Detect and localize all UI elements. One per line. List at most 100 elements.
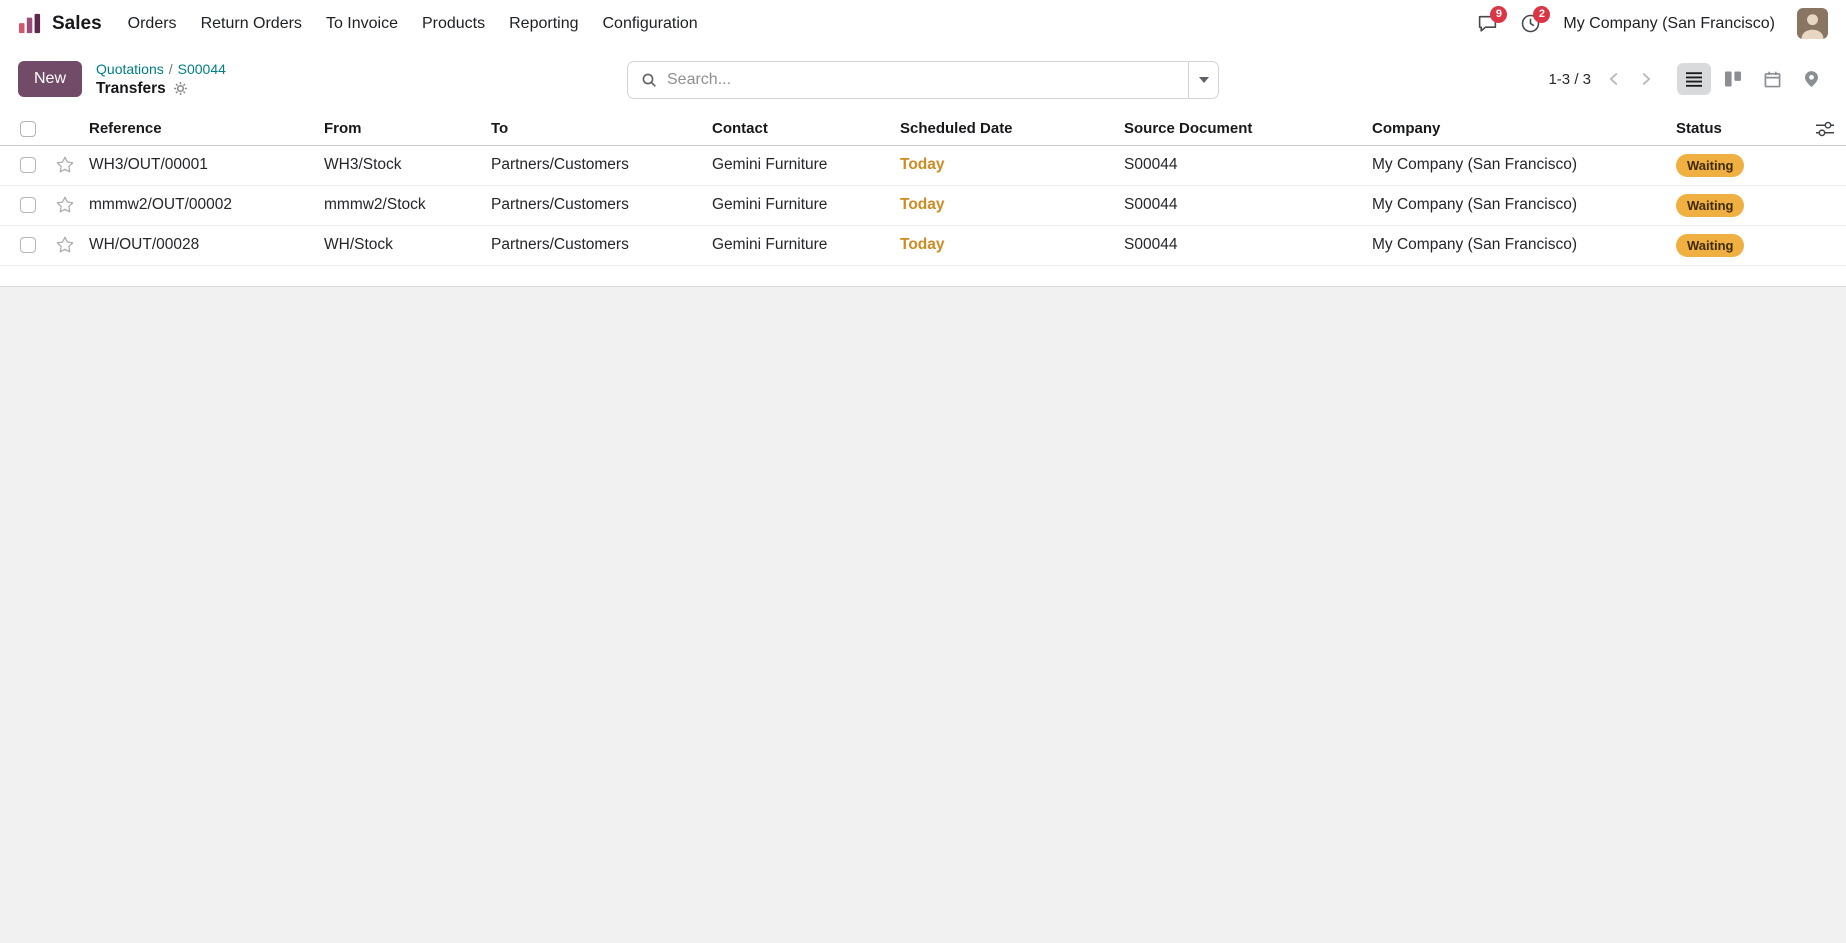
- chevron-right-icon: [1637, 70, 1655, 88]
- cell-from: WH3/Stock: [324, 145, 491, 185]
- map-view-button[interactable]: [1794, 63, 1828, 95]
- cell-scheduled-date: Today: [900, 145, 1124, 185]
- activities-button[interactable]: 2: [1520, 13, 1541, 34]
- column-header-company[interactable]: Company: [1372, 113, 1676, 145]
- odoo-logo-icon[interactable]: [18, 13, 42, 35]
- cell-status: Waiting: [1676, 145, 1846, 185]
- transfers-table: Reference From To Contact Scheduled Date…: [0, 113, 1846, 266]
- header-star-spacer: [56, 113, 89, 145]
- messages-button[interactable]: 9: [1477, 13, 1498, 34]
- app-menu-bar: Orders Return Orders To Invoice Products…: [128, 15, 698, 33]
- cell-source-document: S00044: [1124, 225, 1372, 265]
- status-badge: Waiting: [1676, 194, 1744, 217]
- search-options-toggle[interactable]: [1188, 62, 1218, 98]
- breadcrumb-quotations-link[interactable]: Quotations: [96, 61, 164, 77]
- cell-to: Partners/Customers: [491, 145, 712, 185]
- search-input[interactable]: [667, 62, 1188, 98]
- select-all-checkbox[interactable]: [20, 121, 36, 137]
- chevron-left-icon: [1605, 70, 1623, 88]
- pager-previous-button[interactable]: [1605, 70, 1623, 88]
- top-navbar: Sales Orders Return Orders To Invoice Pr…: [0, 0, 1846, 47]
- cell-scheduled-date: Today: [900, 225, 1124, 265]
- cell-company: My Company (San Francisco): [1372, 145, 1676, 185]
- breadcrumb-s00044-link[interactable]: S00044: [178, 61, 226, 77]
- cell-contact: Gemini Furniture: [712, 145, 900, 185]
- cell-source-document: S00044: [1124, 145, 1372, 185]
- column-header-status[interactable]: Status: [1676, 113, 1846, 145]
- transfers-list-view: Reference From To Contact Scheduled Date…: [0, 113, 1846, 287]
- map-view-icon: [1805, 71, 1818, 87]
- menu-return-orders[interactable]: Return Orders: [201, 15, 302, 33]
- menu-configuration[interactable]: Configuration: [603, 15, 698, 33]
- column-header-source-document[interactable]: Source Document: [1124, 113, 1372, 145]
- cell-contact: Gemini Furniture: [712, 185, 900, 225]
- table-footer-space: [0, 266, 1846, 287]
- cell-reference[interactable]: WH3/OUT/00001: [89, 145, 324, 185]
- column-header-to[interactable]: To: [491, 113, 712, 145]
- company-switcher[interactable]: My Company (San Francisco): [1563, 15, 1775, 33]
- favorite-star-icon[interactable]: [56, 196, 74, 213]
- cell-reference[interactable]: WH/OUT/00028: [89, 225, 324, 265]
- list-view-button[interactable]: [1677, 63, 1711, 95]
- table-header-row: Reference From To Contact Scheduled Date…: [0, 113, 1846, 145]
- column-header-contact[interactable]: Contact: [712, 113, 900, 145]
- calendar-view-icon: [1764, 71, 1781, 88]
- pager-and-views: 1-3 / 3: [1548, 63, 1828, 95]
- search-icon: [641, 72, 657, 88]
- cell-status: Waiting: [1676, 185, 1846, 225]
- column-header-from[interactable]: From: [324, 113, 491, 145]
- breadcrumb-block: Quotations / S00044 Transfers: [96, 61, 226, 98]
- cell-from: mmmw2/Stock: [324, 185, 491, 225]
- breadcrumb-separator: /: [169, 61, 173, 77]
- status-badge: Waiting: [1676, 154, 1744, 177]
- pager-counter: 1-3 / 3: [1548, 71, 1591, 88]
- breadcrumb-area: New Quotations / S00044 Transfers: [18, 61, 226, 98]
- menu-products[interactable]: Products: [422, 15, 485, 33]
- control-panel: New Quotations / S00044 Transfers: [0, 47, 1846, 113]
- menu-reporting[interactable]: Reporting: [509, 15, 578, 33]
- table-row[interactable]: WH/OUT/00028 WH/Stock Partners/Customers…: [0, 225, 1846, 265]
- column-header-reference[interactable]: Reference: [89, 113, 324, 145]
- breadcrumb: Quotations / S00044: [96, 61, 226, 77]
- caret-down-icon: [1199, 77, 1209, 83]
- cell-reference[interactable]: mmmw2/OUT/00002: [89, 185, 324, 225]
- search-bar: [627, 61, 1219, 99]
- optional-columns-icon[interactable]: [1816, 121, 1834, 137]
- status-badge: Waiting: [1676, 234, 1744, 257]
- cell-company: My Company (San Francisco): [1372, 225, 1676, 265]
- cell-to: Partners/Customers: [491, 225, 712, 265]
- cell-company: My Company (San Francisco): [1372, 185, 1676, 225]
- column-header-scheduled-date[interactable]: Scheduled Date: [900, 113, 1124, 145]
- favorite-star-icon[interactable]: [56, 236, 74, 253]
- transfer-table-body: WH3/OUT/00001 WH3/Stock Partners/Custome…: [0, 145, 1846, 265]
- list-view-icon: [1685, 72, 1703, 87]
- gear-icon[interactable]: [173, 81, 188, 96]
- cell-contact: Gemini Furniture: [712, 225, 900, 265]
- navbar-left: Sales Orders Return Orders To Invoice Pr…: [18, 13, 698, 35]
- menu-orders[interactable]: Orders: [128, 15, 177, 33]
- app-name[interactable]: Sales: [52, 13, 102, 35]
- cell-status: Waiting: [1676, 225, 1846, 265]
- favorite-star-icon[interactable]: [56, 156, 74, 173]
- row-checkbox[interactable]: [20, 237, 36, 253]
- new-button[interactable]: New: [18, 61, 82, 97]
- kanban-view-button[interactable]: [1716, 63, 1750, 95]
- view-switcher: [1677, 63, 1828, 95]
- menu-to-invoice[interactable]: To Invoice: [326, 15, 398, 33]
- cell-source-document: S00044: [1124, 185, 1372, 225]
- cell-to: Partners/Customers: [491, 185, 712, 225]
- row-checkbox[interactable]: [20, 157, 36, 173]
- user-avatar[interactable]: [1797, 8, 1828, 39]
- pager-nav: [1605, 70, 1655, 88]
- page-title-row: Transfers: [96, 80, 226, 98]
- cell-from: WH/Stock: [324, 225, 491, 265]
- pager-next-button[interactable]: [1637, 70, 1655, 88]
- activities-badge: 2: [1533, 6, 1550, 23]
- messages-badge: 9: [1490, 6, 1507, 23]
- row-checkbox[interactable]: [20, 197, 36, 213]
- table-row[interactable]: WH3/OUT/00001 WH3/Stock Partners/Custome…: [0, 145, 1846, 185]
- page-title: Transfers: [96, 80, 166, 98]
- calendar-view-button[interactable]: [1755, 63, 1789, 95]
- navbar-right: 9 2 My Company (San Francisco): [1477, 8, 1828, 39]
- table-row[interactable]: mmmw2/OUT/00002 mmmw2/Stock Partners/Cus…: [0, 185, 1846, 225]
